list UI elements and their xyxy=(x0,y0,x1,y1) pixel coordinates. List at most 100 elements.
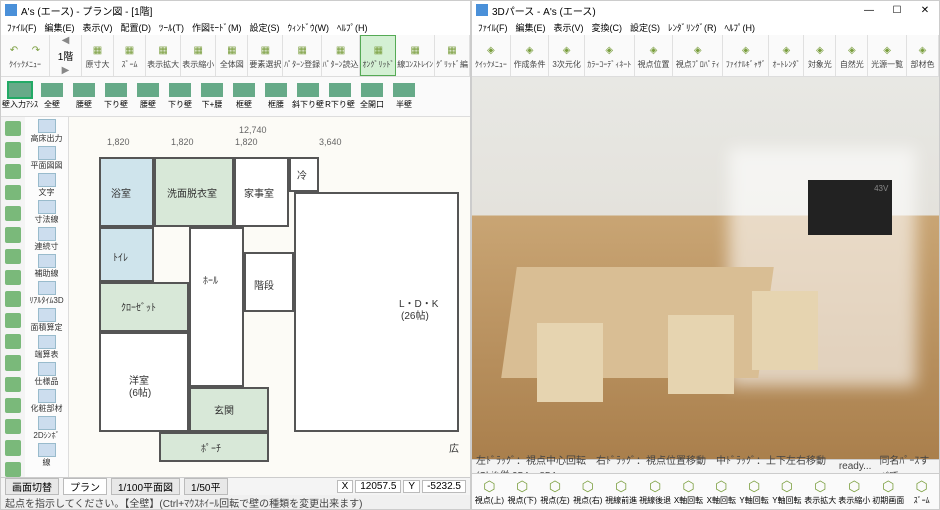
menu-item[interactable]: ﾌｧｲﾙ(F) xyxy=(476,21,510,34)
menu-item[interactable]: 表示(V) xyxy=(552,21,586,34)
category-icon[interactable] xyxy=(5,164,21,179)
viewtool-表示拡大[interactable]: ⬡表示拡大 xyxy=(804,478,836,506)
viewtool-視点(上)[interactable]: ⬡視点(上) xyxy=(474,478,505,506)
rail-2Dｼﾝﾎﾞ[interactable]: 2Dｼﾝﾎﾞ xyxy=(25,416,68,441)
view-switch[interactable]: 画面切替 xyxy=(5,478,59,495)
viewtool-視線前進[interactable]: ⬡視線前進 xyxy=(605,478,637,506)
maximize-icon[interactable]: ☐ xyxy=(887,5,907,16)
menu-item[interactable]: ﾍﾙﾌﾟ(H) xyxy=(723,21,758,34)
menu-item[interactable]: ﾂｰﾙ(T) xyxy=(157,21,186,34)
menu-item[interactable]: ﾍﾙﾌﾟ(H) xyxy=(335,21,370,34)
tool-原寸大[interactable]: ▦原寸大 xyxy=(82,35,114,76)
tool-光源一覧[interactable]: ◈光源一覧 xyxy=(868,35,907,76)
tool-ﾊﾟﾀｰﾝ読込[interactable]: ▦ﾊﾟﾀｰﾝ読込 xyxy=(322,35,360,76)
menu-item[interactable]: 表示(V) xyxy=(81,21,115,34)
rail-線[interactable]: 線 xyxy=(25,443,68,468)
tool-対象光[interactable]: ◈対象光 xyxy=(804,35,836,76)
walltype-下り壁[interactable]: 下り壁 xyxy=(101,83,131,110)
category-icon[interactable] xyxy=(5,355,21,370)
rail-ﾘｱﾙﾀｲﾑ3D[interactable]: ﾘｱﾙﾀｲﾑ3D xyxy=(25,281,68,306)
category-icon[interactable] xyxy=(5,206,21,221)
floorplan-canvas[interactable]: 12,740 1,820 1,820 1,820 3,640 浴室 洗面脱衣室 … xyxy=(69,117,470,477)
walltype-框腰[interactable]: 框腰 xyxy=(261,83,291,110)
3d-viewport[interactable]: 43V xyxy=(472,77,939,473)
walltype-R下り壁[interactable]: R下り壁 xyxy=(325,83,355,110)
tool-作成条件[interactable]: ◈作成条件 xyxy=(511,35,550,76)
rail-連続寸[interactable]: 連続寸 xyxy=(25,227,68,252)
room-ldk[interactable] xyxy=(294,192,459,432)
floor-prev-icon[interactable]: ◀ xyxy=(62,35,70,46)
viewtool-視点(右)[interactable]: ⬡視点(右) xyxy=(572,478,603,506)
close-icon[interactable]: ✕ xyxy=(915,5,935,16)
tab-1-100[interactable]: 1/100平面図 xyxy=(111,478,180,495)
walltype-斜下り壁[interactable]: 斜下り壁 xyxy=(293,83,323,110)
category-icon[interactable] xyxy=(5,121,21,136)
category-icon[interactable] xyxy=(5,313,21,328)
tool-自然光[interactable]: ◈自然光 xyxy=(836,35,868,76)
rail-平面図図[interactable]: 平面図図 xyxy=(25,146,68,171)
minimize-icon[interactable]: — xyxy=(859,5,879,16)
menu-item[interactable]: 編集(E) xyxy=(43,21,77,34)
category-icon[interactable] xyxy=(5,142,21,157)
walltype-壁入力ｱｼｽ[interactable]: 壁入力ｱｼｽ xyxy=(5,83,35,110)
tool-ｸﾞﾘｯﾄﾞ編[interactable]: ▦ｸﾞﾘｯﾄﾞ編 xyxy=(435,35,470,76)
category-icon[interactable] xyxy=(5,419,21,434)
walltype-下り壁[interactable]: 下り壁 xyxy=(165,83,195,110)
walltype-框壁[interactable]: 框壁 xyxy=(229,83,259,110)
redo-icon[interactable]: ↷ xyxy=(27,41,45,59)
rail-端算表[interactable]: 端算表 xyxy=(25,335,68,360)
tool-ﾌｧｲﾅﾙｷﾞｬｻﾞ[interactable]: ◈ﾌｧｲﾅﾙｷﾞｬｻﾞ xyxy=(723,35,769,76)
tool-全体図[interactable]: ▦全体図 xyxy=(216,35,248,76)
walltype-全開口[interactable]: 全開口 xyxy=(357,83,387,110)
viewtool-Y軸回転[interactable]: ⬡Y軸回転 xyxy=(739,478,770,506)
walltype-全壁[interactable]: 全壁 xyxy=(37,83,67,110)
floor-selector[interactable]: ◀ 1階 ▶ xyxy=(50,35,82,76)
tool-視点ﾌﾟﾛﾊﾟﾃｨ[interactable]: ◈視点ﾌﾟﾛﾊﾟﾃｨ xyxy=(673,35,723,76)
room-hall[interactable] xyxy=(189,227,244,387)
menu-item[interactable]: 設定(S) xyxy=(628,21,662,34)
walltype-下+腰[interactable]: 下+腰 xyxy=(197,83,227,110)
tool-ｽﾞｰﾑ[interactable]: ▦ｽﾞｰﾑ xyxy=(114,35,146,76)
rail-補助線[interactable]: 補助線 xyxy=(25,254,68,279)
category-icon[interactable] xyxy=(5,462,21,477)
undo-icon[interactable]: ↶ xyxy=(5,41,23,59)
tool-ﾊﾟﾀｰﾝ登録[interactable]: ▦ﾊﾟﾀｰﾝ登録 xyxy=(283,35,321,76)
walltype-腰壁[interactable]: 腰壁 xyxy=(133,83,163,110)
tab-1-50[interactable]: 1/50平 xyxy=(184,478,227,495)
category-icon[interactable] xyxy=(5,291,21,306)
walltype-腰壁[interactable]: 腰壁 xyxy=(69,83,99,110)
tool-要素選択[interactable]: ▦要素選択 xyxy=(248,35,283,76)
viewtool-X軸回転[interactable]: ⬡X軸回転 xyxy=(706,478,737,506)
floor-next-icon[interactable]: ▶ xyxy=(62,65,70,76)
walltype-半壁[interactable]: 半壁 xyxy=(389,83,419,110)
menu-item[interactable]: 設定(S) xyxy=(248,21,282,34)
menu-item[interactable]: 作図ﾓｰﾄﾞ(M) xyxy=(190,21,244,34)
rail-高床出力[interactable]: 高床出力 xyxy=(25,119,68,144)
viewtool-初期画面[interactable]: ⬡初期画面 xyxy=(872,478,904,506)
menu-item[interactable]: ﾌｧｲﾙ(F) xyxy=(5,21,39,34)
category-icon[interactable] xyxy=(5,334,21,349)
category-icon[interactable] xyxy=(5,185,21,200)
rail-寸法線[interactable]: 寸法線 xyxy=(25,200,68,225)
category-icon[interactable] xyxy=(5,249,21,264)
tool-部材色[interactable]: ◈部材色 xyxy=(907,35,939,76)
category-icon[interactable] xyxy=(5,227,21,242)
category-icon[interactable] xyxy=(5,398,21,413)
viewtool-視点(下)[interactable]: ⬡視点(下) xyxy=(507,478,538,506)
menu-item[interactable]: ﾚﾝﾀﾞﾘﾝｸﾞ(R) xyxy=(666,21,719,34)
tool-表示拡大[interactable]: ▦表示拡大 xyxy=(146,35,181,76)
category-icon[interactable] xyxy=(5,440,21,455)
category-icon[interactable] xyxy=(5,377,21,392)
viewtool-視線後退[interactable]: ⬡視線後退 xyxy=(639,478,671,506)
menu-item[interactable]: ｳｨﾝﾄﾞｳ(W) xyxy=(286,21,332,34)
tool-3次元化[interactable]: ◈3次元化 xyxy=(549,35,584,76)
rail-化粧部材[interactable]: 化粧部材 xyxy=(25,389,68,414)
tool-視点位置[interactable]: ◈視点位置 xyxy=(635,35,674,76)
viewtool-ｽﾞｰﾑ[interactable]: ⬡ｽﾞｰﾑ xyxy=(906,478,937,506)
rail-仕様品[interactable]: 仕様品 xyxy=(25,362,68,387)
menu-item[interactable]: 配置(D) xyxy=(119,21,154,34)
tool-線ｺﾝｽﾄﾚｲﾝ[interactable]: ▦線ｺﾝｽﾄﾚｲﾝ xyxy=(396,35,434,76)
category-icon[interactable] xyxy=(5,270,21,285)
viewtool-Y軸回転[interactable]: ⬡Y軸回転 xyxy=(771,478,802,506)
tool-ｵｰﾄﾚﾝﾀﾞ[interactable]: ◈ｵｰﾄﾚﾝﾀﾞ xyxy=(769,35,804,76)
